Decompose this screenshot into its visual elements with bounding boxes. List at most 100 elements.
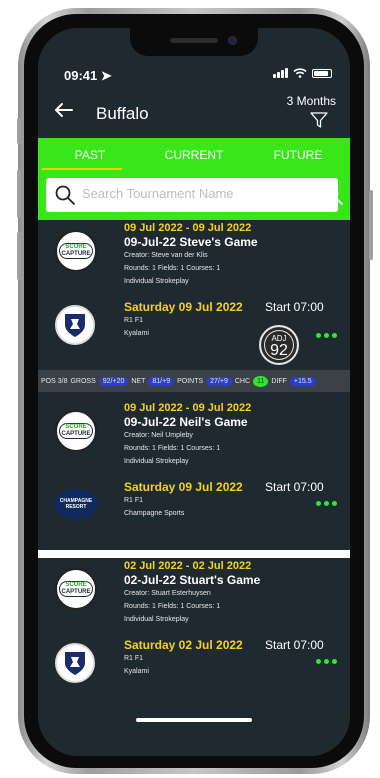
stat-chc-value: 11 [253, 375, 269, 387]
search-row [38, 170, 350, 220]
adj-label: ADJ [271, 334, 287, 343]
filter-button[interactable] [310, 112, 328, 133]
battery-icon [312, 68, 332, 78]
more-options-icon[interactable] [316, 501, 337, 506]
logo-score-text: SCORE [65, 424, 87, 430]
search-box [46, 178, 338, 212]
stat-points-value: 27/+9 [206, 376, 232, 386]
signal-icon [273, 68, 288, 78]
game-header: SCORE CAPTURE 02 Jul 2022 - 02 Jul 2022 … [38, 558, 350, 633]
tab-past[interactable]: PAST [38, 138, 142, 170]
more-options-icon[interactable] [316, 333, 337, 338]
round-start-time: Start 07:00 [265, 480, 324, 494]
game-header: SCORE CAPTURE 09 Jul 2022 - 09 Jul 2022 … [38, 220, 350, 295]
wifi-icon [293, 68, 307, 78]
game-creator: Creator: Stuart Esterhuysen [124, 590, 211, 597]
tab-bar: PAST CURRENT FUTURE [38, 138, 350, 170]
location-arrow-icon: ➤ [100, 68, 112, 83]
logo-capture-text: CAPTURE [61, 431, 91, 437]
status-icons [273, 68, 332, 78]
logo-capture-text: CAPTURE [61, 589, 91, 595]
game-rounds: Rounds: 1 Fields: 1 Courses: 1 [124, 603, 221, 610]
game-format: Individual Strokeplay [124, 458, 189, 465]
logo-score-text: SCORE [65, 244, 87, 250]
volume-up-button [17, 170, 21, 218]
round-start-time: Start 07:00 [265, 638, 324, 652]
game-name: 09-Jul-22 Neil's Game [124, 415, 248, 429]
game-creator: Creator: Neil Umpleby [124, 432, 193, 439]
game-creator: Creator: Steve van der Klis [124, 252, 208, 259]
status-time-text: 09:41 [64, 68, 98, 83]
champagne-resort-logo: CHAMPAGNE RESORT [54, 489, 98, 519]
search-input[interactable] [82, 186, 332, 201]
round-course: Champagne Sports [124, 510, 185, 517]
game-name: 02-Jul-22 Stuart's Game [124, 573, 261, 587]
round-field: R1 F1 [124, 497, 144, 504]
stat-diff-label: DIFF [271, 377, 287, 385]
round-course: Kyalami [124, 668, 149, 675]
round-date: Saturday 02 Jul 2022 [124, 638, 243, 652]
front-camera [228, 36, 237, 45]
game-header: SCORE CAPTURE 09 Jul 2022 - 09 Jul 2022 … [38, 400, 350, 475]
round-start-time: Start 07:00 [265, 300, 324, 314]
score-capture-logo: SCORE CAPTURE [55, 230, 97, 272]
filter-funnel-icon [310, 112, 328, 128]
stat-net-label: NET [131, 377, 146, 385]
stat-net-value: 81/+9 [148, 376, 175, 386]
home-indicator[interactable] [136, 718, 252, 722]
game-card[interactable]: SCORE CAPTURE 09 Jul 2022 - 09 Jul 2022 … [38, 400, 350, 550]
score-summary-bar: POS 3/8 GROSS 92/+20 NET 81/+9 POINTS 27… [38, 370, 350, 392]
app-screen: 09:41 ➤ Buffalo 3 Months PAST CURRENT FU… [38, 28, 350, 756]
adj-score-badge: ADJ 92 [259, 325, 299, 365]
game-card[interactable]: SCORE CAPTURE 02 Jul 2022 - 02 Jul 2022 … [38, 558, 350, 708]
game-date-range: 09 Jul 2022 - 09 Jul 2022 [124, 222, 252, 234]
round-field: R1 F1 [124, 655, 144, 662]
mute-switch [17, 118, 21, 144]
logo-score-text: SCORE [65, 582, 87, 588]
stat-position: POS 3/8 [41, 377, 68, 385]
game-format: Individual Strokeplay [124, 616, 189, 623]
resort-text: RESORT [65, 504, 87, 510]
game-card[interactable]: SCORE CAPTURE 09 Jul 2022 - 09 Jul 2022 … [38, 220, 350, 392]
back-arrow-icon [55, 103, 73, 117]
search-submit-icon[interactable] [322, 184, 344, 206]
stat-points-label: POINTS [177, 377, 204, 385]
more-options-icon[interactable] [316, 659, 337, 664]
round-date: Saturday 09 Jul 2022 [124, 300, 243, 314]
status-time: 09:41 ➤ [64, 68, 112, 84]
game-date-range: 02 Jul 2022 - 02 Jul 2022 [124, 560, 252, 572]
speaker [170, 38, 218, 43]
round-row[interactable]: CHAMPAGNE RESORT Saturday 09 Jul 2022 St… [38, 475, 350, 550]
score-capture-logo: SCORE CAPTURE [55, 568, 97, 610]
stat-gross-label: GROSS [70, 377, 96, 385]
round-row[interactable]: Saturday 09 Jul 2022 Start 07:00 R1 F1 K… [38, 295, 350, 370]
tab-future[interactable]: FUTURE [246, 138, 350, 170]
period-selector[interactable]: 3 Months [287, 94, 336, 108]
round-date: Saturday 09 Jul 2022 [124, 480, 243, 494]
game-rounds: Rounds: 1 Fields: 1 Courses: 1 [124, 445, 221, 452]
adj-value: 92 [270, 342, 288, 359]
game-name: 09-Jul-22 Steve's Game [124, 235, 258, 249]
logo-capture-text: CAPTURE [61, 251, 91, 257]
search-icon [55, 185, 75, 205]
volume-down-button [17, 232, 21, 280]
stat-gross-value: 92/+20 [98, 376, 129, 386]
kyalami-crest-icon [55, 643, 95, 683]
game-date-range: 09 Jul 2022 - 09 Jul 2022 [124, 402, 252, 414]
kyalami-crest-icon [55, 305, 95, 345]
game-rounds: Rounds: 1 Fields: 1 Courses: 1 [124, 265, 221, 272]
round-course: Kyalami [124, 330, 149, 337]
tab-current[interactable]: CURRENT [142, 138, 246, 170]
round-field: R1 F1 [124, 317, 144, 324]
stat-diff-value: +15.5 [289, 376, 316, 386]
divider [38, 550, 350, 558]
notch [130, 28, 258, 56]
power-button [369, 190, 373, 260]
round-row[interactable]: Saturday 02 Jul 2022 Start 07:00 R1 F1 K… [38, 633, 350, 708]
game-format: Individual Strokeplay [124, 278, 189, 285]
back-button[interactable] [54, 102, 74, 122]
score-capture-logo: SCORE CAPTURE [55, 410, 97, 452]
game-list: SCORE CAPTURE 09 Jul 2022 - 09 Jul 2022 … [38, 220, 350, 756]
page-title: Buffalo [96, 104, 149, 123]
stat-chc-label: CHC [234, 377, 251, 385]
